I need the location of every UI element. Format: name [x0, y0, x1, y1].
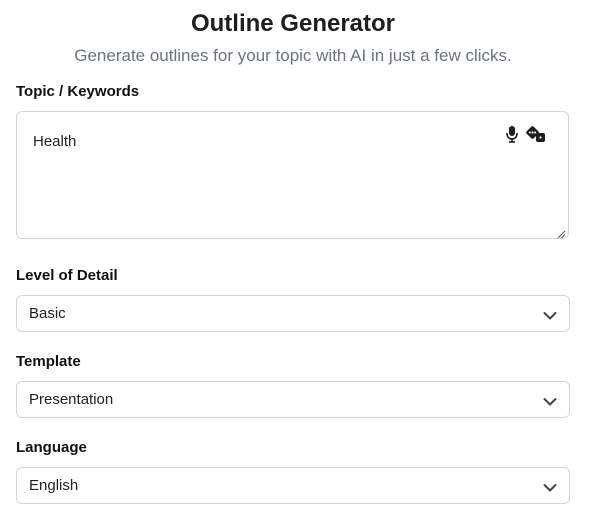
language-select[interactable]: English: [16, 467, 570, 504]
template-selected: Presentation: [29, 391, 114, 408]
language-label: Language: [16, 439, 87, 456]
page-subtitle: Generate outlines for your topic with AI…: [74, 46, 512, 65]
topic-value: Health: [33, 133, 77, 150]
chevron-down-icon: [543, 308, 557, 320]
topic-label: Topic / Keywords: [16, 83, 140, 100]
detail-label: Level of Detail: [16, 267, 118, 284]
language-selected: English: [29, 477, 79, 494]
detail-select[interactable]: Basic: [16, 295, 570, 332]
detail-selected: Basic: [29, 305, 66, 322]
dice-icon[interactable]: [526, 126, 546, 148]
template-select[interactable]: Presentation: [16, 381, 570, 418]
topic-icons: [506, 126, 546, 148]
microphone-icon[interactable]: [506, 126, 518, 148]
topic-textarea[interactable]: Health: [16, 111, 569, 239]
chevron-down-icon: [543, 480, 557, 492]
template-label: Template: [16, 353, 81, 370]
page-title: Outline Generator: [190, 10, 396, 37]
chevron-down-icon: [543, 394, 557, 406]
resize-handle-icon[interactable]: [556, 226, 566, 239]
